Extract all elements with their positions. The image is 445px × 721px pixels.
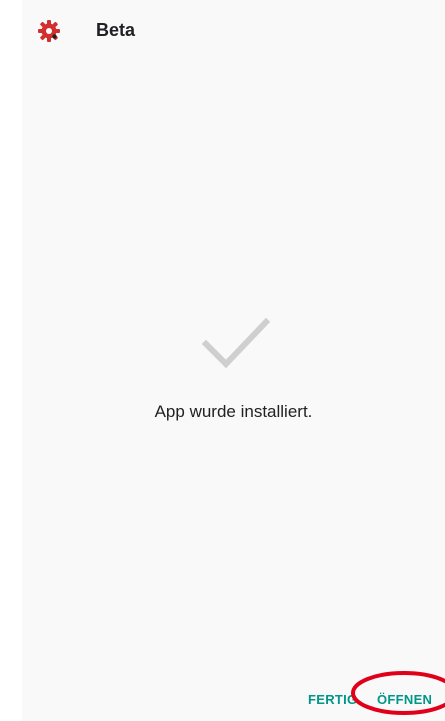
highlight-circle-annotation bbox=[351, 671, 445, 715]
app-header: Beta bbox=[22, 8, 422, 54]
install-screen: Beta App wurde installiert. FERTIG ÖFFNE… bbox=[0, 0, 445, 721]
checkmark-icon bbox=[201, 317, 271, 369]
install-status-text: App wurde installiert. bbox=[154, 402, 313, 421]
app-name: Beta bbox=[96, 20, 136, 40]
red-gear-icon bbox=[38, 20, 60, 42]
